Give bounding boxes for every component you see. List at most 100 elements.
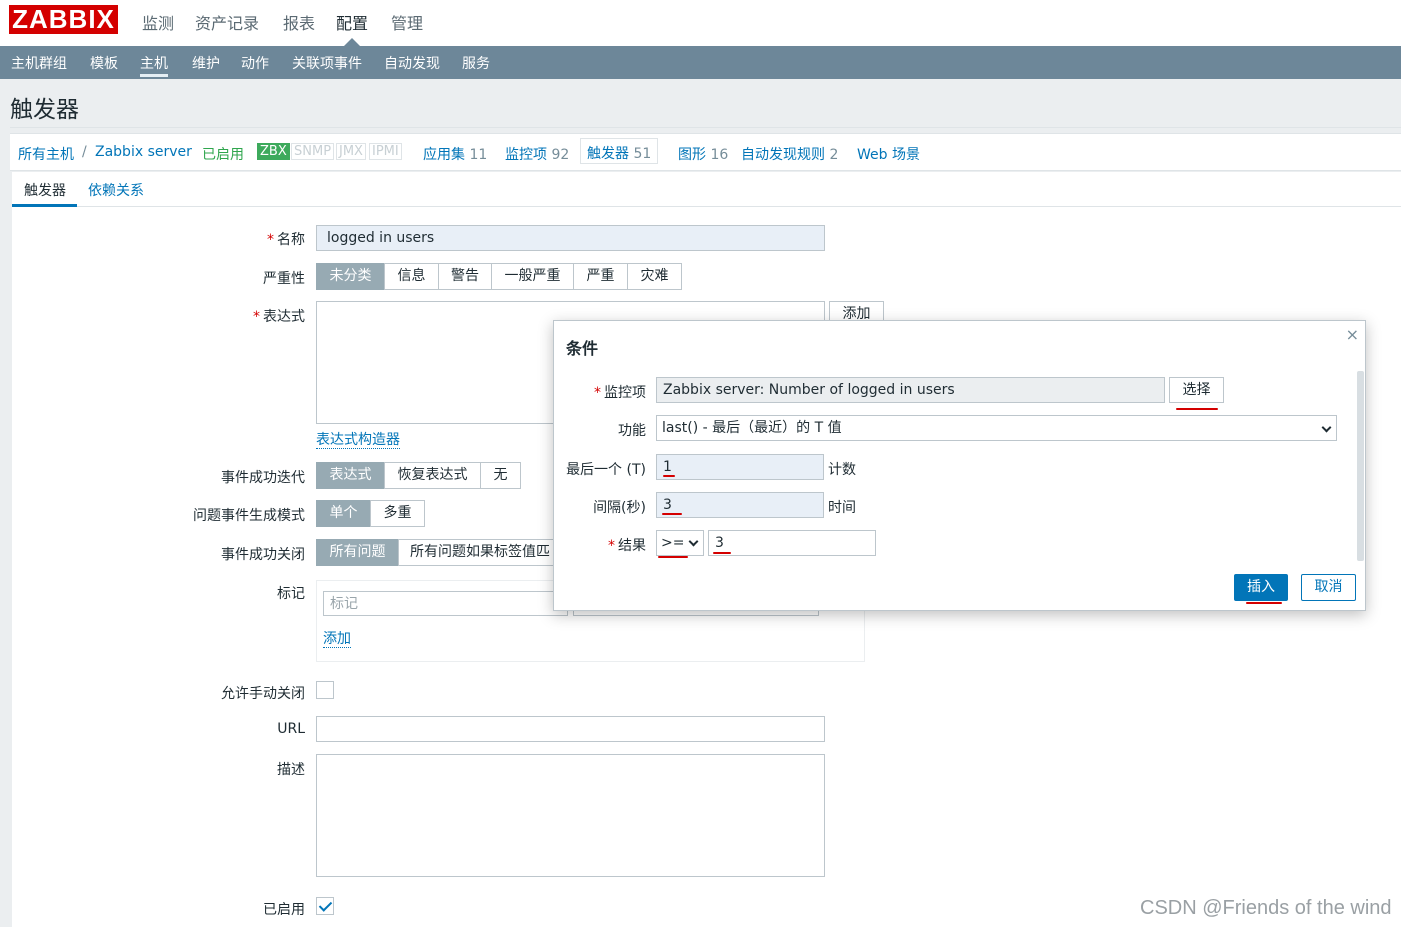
sub-menu-services[interactable]: 服务 [462, 53, 490, 73]
top-menu-administration[interactable]: 管理 [391, 10, 423, 34]
url-input[interactable] [316, 716, 825, 742]
item-label: * 监控项 [594, 385, 646, 401]
availability-jmx: JMX [336, 143, 366, 160]
condition-dialog: 条件 × * 监控项 Zabbix server: Number of logge… [553, 320, 1366, 611]
breadcrumb-all-hosts[interactable]: 所有主机 [18, 144, 74, 164]
annotation-underline [663, 475, 675, 477]
sub-menu-templates[interactable]: 模板 [90, 53, 118, 73]
selected-menu-caret-icon [344, 38, 360, 46]
breadcrumb-triggers[interactable]: 触发器 51 [587, 143, 651, 163]
annotation-underline [662, 513, 682, 515]
interval-suffix: 时间 [828, 500, 856, 516]
sub-menu-hosts[interactable]: 主机 [140, 53, 168, 77]
dialog-title: 条件 [566, 339, 599, 358]
result-operator-select[interactable]: >= [656, 530, 704, 556]
ok-close-all-problems[interactable]: 所有问题 [316, 539, 399, 566]
ok-close-tag-match[interactable]: 所有问题如果标签值匹 [398, 539, 558, 566]
top-bar: ZABBIX 监测 资产记录 报表 配置 管理 [0, 0, 1401, 46]
chevron-down-icon [688, 536, 699, 547]
name-label: * 名称 [267, 232, 305, 248]
tab-trigger[interactable]: 触发器 [24, 180, 66, 200]
top-menu-configuration[interactable]: 配置 [336, 10, 368, 34]
zabbix-logo[interactable]: ZABBIX [9, 5, 118, 34]
result-value-input[interactable]: 3 [708, 530, 876, 556]
annotation-underline [1176, 408, 1218, 410]
sub-menu-discovery[interactable]: 自动发现 [384, 53, 440, 73]
item-select-button[interactable]: 选择 [1169, 377, 1224, 403]
last-t-label: 最后一个 (T) [566, 462, 646, 478]
cancel-button[interactable]: 取消 [1301, 574, 1356, 601]
sub-menu-host-groups[interactable]: 主机群组 [11, 53, 67, 73]
name-input[interactable]: logged in users [316, 225, 825, 251]
dialog-close-icon[interactable]: × [1346, 325, 1359, 344]
dialog-scrollbar[interactable] [1357, 371, 1364, 561]
manual-close-checkbox[interactable] [316, 681, 334, 699]
function-value: last() - 最后（最近）的 T 值 [662, 420, 842, 436]
breadcrumb-items[interactable]: 监控项 92 [505, 144, 569, 164]
expression-label: * 表达式 [253, 309, 305, 325]
tags-label: 标记 [277, 586, 305, 602]
enabled-checkbox[interactable] [316, 897, 334, 915]
ok-event-recovery-expression[interactable]: 恢复表达式 [384, 462, 481, 489]
availability-ipmi: IPMI [369, 143, 402, 160]
problem-mode-label: 问题事件生成模式 [193, 508, 305, 524]
top-menu-reports[interactable]: 报表 [283, 10, 315, 34]
sub-menu-maintenance[interactable]: 维护 [192, 53, 220, 73]
sub-menu-correlation[interactable]: 关联项事件 [292, 53, 362, 73]
tab-divider [12, 206, 1401, 207]
severity-information[interactable]: 信息 [384, 263, 439, 290]
annotation-underline [1246, 602, 1282, 604]
divider [10, 127, 1401, 128]
breadcrumb-applications[interactable]: 应用集 11 [423, 144, 487, 164]
top-menu-monitoring[interactable]: 监测 [142, 10, 174, 34]
severity-high[interactable]: 严重 [573, 263, 628, 290]
annotation-underline [713, 552, 731, 554]
ok-event-label: 事件成功迭代 [221, 470, 305, 486]
item-input[interactable]: Zabbix server: Number of logged in users [656, 377, 1165, 403]
availability-zbx: ZBX [257, 143, 290, 160]
severity-label: 严重性 [263, 271, 305, 287]
url-label: URL [277, 721, 305, 737]
enabled-label: 已启用 [263, 902, 305, 918]
breadcrumb-host[interactable]: Zabbix server [95, 144, 192, 160]
manual-close-label: 允许手动关闭 [221, 686, 305, 702]
host-status-enabled[interactable]: 已启用 [202, 144, 244, 164]
tab-underline [12, 204, 77, 207]
page-title: 触发器 [10, 97, 79, 123]
problem-mode-multiple[interactable]: 多重 [370, 500, 425, 527]
breadcrumb-discovery-rules[interactable]: 自动发现规则 2 [741, 144, 838, 164]
function-select[interactable]: last() - 最后（最近）的 T 值 [656, 415, 1337, 441]
severity-disaster[interactable]: 灾难 [627, 263, 682, 290]
page: ZABBIX 监测 资产记录 报表 配置 管理 主机群组 模板 主机 维护 动作… [0, 0, 1401, 927]
top-menu-inventory[interactable]: 资产记录 [195, 10, 259, 34]
tab-dependencies[interactable]: 依赖关系 [88, 180, 144, 200]
severity-warning[interactable]: 警告 [438, 263, 492, 290]
interval-label: 间隔(秒) [593, 500, 646, 516]
ok-event-none[interactable]: 无 [480, 462, 521, 489]
last-t-suffix: 计数 [828, 462, 856, 478]
result-label: * 结果 [608, 538, 646, 554]
tag-add-link[interactable]: 添加 [323, 631, 351, 648]
description-textarea[interactable] [316, 754, 825, 877]
breadcrumb-graphs[interactable]: 图形 16 [678, 144, 728, 164]
severity-average[interactable]: 一般严重 [491, 263, 574, 290]
watermark: CSDN @Friends of the wind [1140, 897, 1392, 919]
ok-close-label: 事件成功关闭 [221, 547, 305, 563]
ok-event-expression[interactable]: 表达式 [316, 462, 385, 489]
insert-button[interactable]: 插入 [1234, 574, 1288, 601]
result-operator-value: >= [661, 535, 685, 551]
sub-menu-bar: 主机群组 模板 主机 维护 动作 关联项事件 自动发现 服务 [0, 46, 1401, 79]
problem-mode-single[interactable]: 单个 [316, 500, 371, 527]
description-label: 描述 [277, 762, 305, 778]
sub-menu-actions[interactable]: 动作 [241, 53, 269, 73]
severity-not-classified[interactable]: 未分类 [316, 263, 385, 290]
expression-builder-link[interactable]: 表达式构造器 [316, 432, 400, 449]
availability-snmp: SNMP [291, 143, 335, 160]
tag-name-input[interactable]: 标记 [323, 591, 568, 616]
function-label: 功能 [618, 423, 646, 439]
breadcrumb-web-scenarios[interactable]: Web 场景 [857, 144, 920, 164]
annotation-underline [658, 556, 688, 558]
last-t-input[interactable]: 1 [656, 454, 824, 480]
breadcrumb: 所有主机 / Zabbix server 已启用 应用集 11 监控项 92 图… [10, 133, 1401, 171]
chevron-down-icon [1321, 422, 1332, 433]
